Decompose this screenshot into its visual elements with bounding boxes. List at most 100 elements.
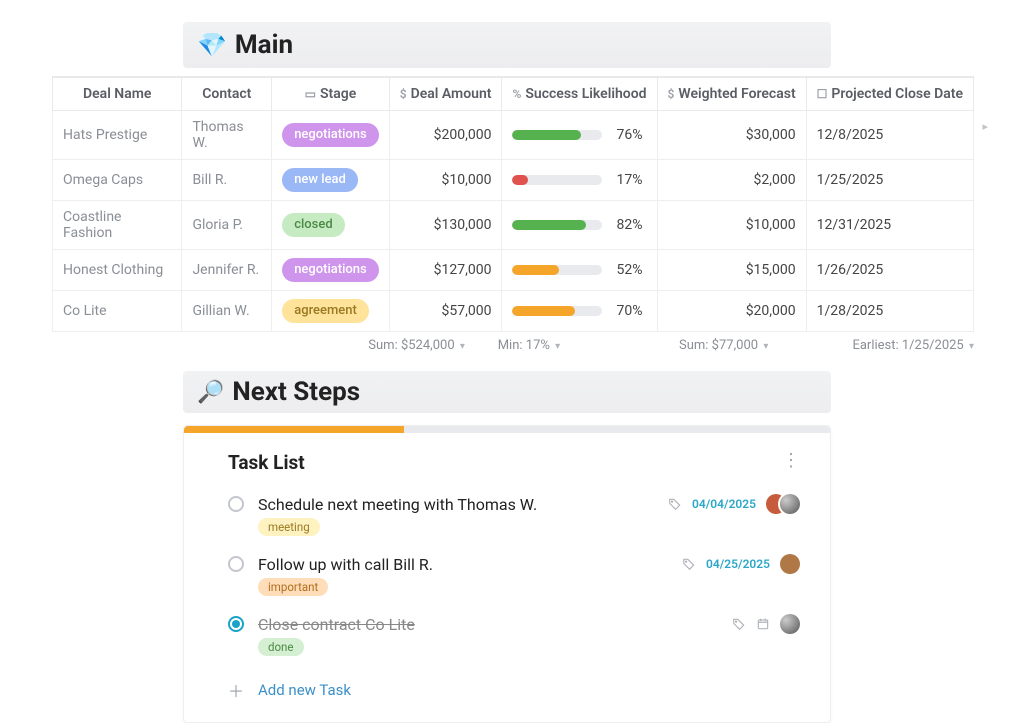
cell-close-date[interactable]: 1/26/2025 <box>806 250 973 291</box>
col-close-date[interactable]: ☐Projected Close Date <box>806 77 973 111</box>
task-item: Close contract Co Lite done <box>228 610 800 670</box>
cell-amount[interactable]: $127,000 <box>389 250 502 291</box>
progress-pct: 76% <box>616 127 642 143</box>
calendar-icon: ☐ <box>817 87 828 101</box>
avatar[interactable] <box>780 614 800 634</box>
chevron-down-icon: ▾ <box>969 341 974 352</box>
stage-pill: negotiations <box>282 258 379 282</box>
table-row[interactable]: Co Lite Gillian W. agreement $57,000 70%… <box>53 291 974 332</box>
cell-deal-name[interactable]: Coastline Fashion <box>53 201 182 250</box>
cell-amount[interactable]: $10,000 <box>389 160 502 201</box>
task-checkbox[interactable] <box>228 556 244 572</box>
avatar[interactable] <box>780 554 800 574</box>
task-progress-bar <box>184 426 830 433</box>
tag-icon[interactable] <box>668 497 682 511</box>
col-success[interactable]: %Success Likelihood <box>502 77 657 111</box>
next-steps-section-header: 🔎 Next Steps <box>183 371 831 413</box>
cell-close-date[interactable]: 1/25/2025 <box>806 160 973 201</box>
progress-pct: 52% <box>616 262 642 278</box>
col-contact[interactable]: Contact <box>182 77 272 111</box>
progress-bar <box>512 175 602 185</box>
task-item: Follow up with call Bill R. 04/25/2025 i… <box>228 550 800 610</box>
magnifier-icon: 🔎 <box>197 380 224 405</box>
cell-close-date[interactable]: 12/31/2025 <box>806 201 973 250</box>
tag-icon[interactable] <box>682 557 696 571</box>
task-title[interactable]: Close contract Co Lite <box>258 615 415 634</box>
cell-weighted[interactable]: $15,000 <box>657 250 806 291</box>
cell-success[interactable]: 52% <box>502 250 657 291</box>
task-avatars[interactable] <box>780 554 800 574</box>
cell-success[interactable]: 70% <box>502 291 657 332</box>
task-tag[interactable]: important <box>258 578 328 596</box>
task-title[interactable]: Schedule next meeting with Thomas W. <box>258 495 537 514</box>
cell-stage[interactable]: closed <box>272 201 390 250</box>
task-avatars[interactable] <box>766 494 800 514</box>
table-row[interactable]: Omega Caps Bill R. new lead $10,000 17% … <box>53 160 974 201</box>
cell-success[interactable]: 76% <box>502 111 657 160</box>
cell-close-date[interactable]: 1/28/2025 <box>806 291 973 332</box>
cell-stage[interactable]: negotiations <box>272 111 390 160</box>
task-due-date[interactable]: 04/25/2025 <box>706 557 770 571</box>
cell-contact[interactable]: Gloria P. <box>182 201 272 250</box>
agg-earliest[interactable]: Earliest: 1/25/2025 ▾ <box>782 338 974 353</box>
task-checkbox[interactable] <box>228 496 244 512</box>
cell-weighted[interactable]: $20,000 <box>657 291 806 332</box>
agg-sum-weighted[interactable]: Sum: $77,000 ▾ <box>625 338 782 353</box>
add-task-button[interactable]: ＋ Add new Task <box>228 678 800 702</box>
avatar[interactable] <box>780 494 800 514</box>
col-weighted[interactable]: $Weighted Forecast <box>657 77 806 111</box>
col-amount[interactable]: $Deal Amount <box>389 77 502 111</box>
stage-pill: new lead <box>282 168 358 192</box>
col-stage[interactable]: ▭Stage <box>272 77 390 111</box>
calendar-icon[interactable] <box>756 617 770 631</box>
table-row[interactable]: Hats Prestige Thomas W. negotiations $20… <box>53 111 974 160</box>
cell-deal-name[interactable]: Hats Prestige <box>53 111 182 160</box>
tasklist-heading: Task List <box>228 451 800 474</box>
task-avatars[interactable] <box>780 614 800 634</box>
task-title[interactable]: Follow up with call Bill R. <box>258 555 433 574</box>
task-list-card: ⋮ Task List Schedule next meeting with T… <box>183 425 831 723</box>
cell-amount[interactable]: $130,000 <box>389 201 502 250</box>
cell-weighted[interactable]: $30,000 <box>657 111 806 160</box>
agg-min-pct[interactable]: Min: 17% ▾ <box>476 338 625 353</box>
task-tag[interactable]: meeting <box>258 518 320 536</box>
more-menu-icon[interactable]: ⋮ <box>782 450 802 471</box>
progress-bar <box>512 220 602 230</box>
cell-contact[interactable]: Jennifer R. <box>182 250 272 291</box>
cell-contact[interactable]: Thomas W. <box>182 111 272 160</box>
cell-close-date[interactable]: 12/8/2025 <box>806 111 973 160</box>
task-checkbox[interactable] <box>228 616 244 632</box>
cell-stage[interactable]: agreement <box>272 291 390 332</box>
progress-bar <box>512 306 602 316</box>
table-row[interactable]: Coastline Fashion Gloria P. closed $130,… <box>53 201 974 250</box>
cell-success[interactable]: 17% <box>502 160 657 201</box>
percent-icon: % <box>512 87 521 101</box>
task-tag[interactable]: done <box>258 638 304 656</box>
chevron-down-icon: ▾ <box>763 341 768 352</box>
cell-success[interactable]: 82% <box>502 201 657 250</box>
cell-weighted[interactable]: $2,000 <box>657 160 806 201</box>
tag-icon[interactable] <box>732 617 746 631</box>
cell-weighted[interactable]: $10,000 <box>657 201 806 250</box>
main-title: Main <box>235 30 293 60</box>
cell-amount[interactable]: $200,000 <box>389 111 502 160</box>
cell-deal-name[interactable]: Co Lite <box>53 291 182 332</box>
cell-amount[interactable]: $57,000 <box>389 291 502 332</box>
cell-contact[interactable]: Bill R. <box>182 160 272 201</box>
cell-contact[interactable]: Gillian W. <box>182 291 272 332</box>
pill-icon: ▭ <box>305 87 316 101</box>
col-deal-name[interactable]: Deal Name <box>53 77 182 111</box>
cell-deal-name[interactable]: Omega Caps <box>53 160 182 201</box>
agg-sum-amount[interactable]: Sum: $524,000 ▾ <box>368 338 475 353</box>
diamond-icon: 💎 <box>197 31 227 59</box>
main-section-header: 💎 Main <box>183 22 831 68</box>
cell-stage[interactable]: new lead <box>272 160 390 201</box>
chevron-down-icon: ▾ <box>555 341 560 352</box>
task-due-date[interactable]: 04/04/2025 <box>692 497 756 511</box>
table-row[interactable]: Honest Clothing Jennifer R. negotiations… <box>53 250 974 291</box>
cell-stage[interactable]: negotiations <box>272 250 390 291</box>
progress-bar <box>512 265 602 275</box>
expand-column-handle[interactable]: ▸ <box>982 120 988 133</box>
cell-deal-name[interactable]: Honest Clothing <box>53 250 182 291</box>
dollar-icon: $ <box>668 87 675 101</box>
